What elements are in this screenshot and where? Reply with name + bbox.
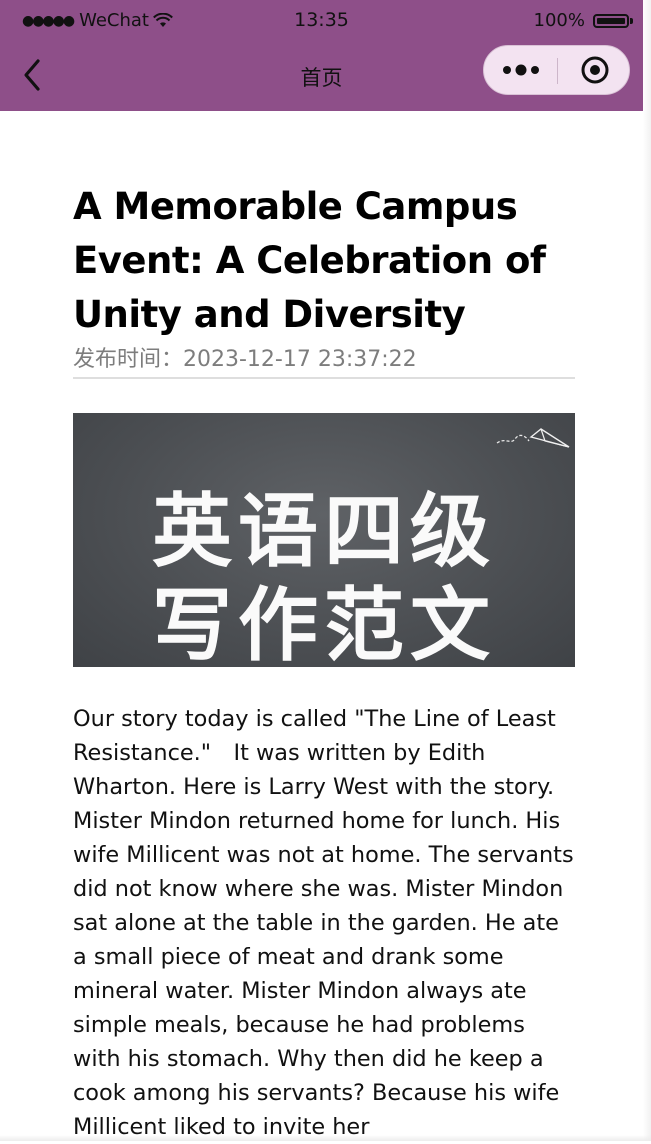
more-button[interactable] xyxy=(484,46,557,94)
right-edge-shadow xyxy=(643,0,651,1141)
article-body: Our story today is called "The Line of L… xyxy=(73,706,574,1140)
cover-image: 英语四级 写作范文 xyxy=(73,413,575,667)
title-divider xyxy=(73,377,575,379)
article-title: A Memorable Campus Event: A Celebration … xyxy=(73,185,546,336)
top-bar: ●●●●● WeChat 13:35 100% 首页 xyxy=(0,0,643,111)
battery-indicator: 100% xyxy=(534,10,633,31)
paper-plane-icon xyxy=(496,428,570,448)
battery-percent: 100% xyxy=(533,10,585,31)
back-button[interactable] xyxy=(18,56,48,94)
article-content: A Memorable Campus Event: A Celebration … xyxy=(73,180,575,1144)
battery-tip xyxy=(630,17,633,24)
back-arrow-icon xyxy=(24,59,40,91)
close-button[interactable] xyxy=(558,46,631,94)
battery-icon xyxy=(593,13,629,28)
more-dots-icon xyxy=(502,64,539,76)
close-target-icon xyxy=(581,56,608,84)
status-bar: ●●●●● WeChat 13:35 100% xyxy=(0,0,643,42)
mini-program-capsule xyxy=(483,45,630,95)
cover-text-line2: 写作范文 xyxy=(152,579,496,667)
navigation-bar: 首页 xyxy=(0,42,643,108)
bottom-edge-shadow xyxy=(0,1135,651,1141)
publish-time: 发布时间：2023-12-17 23:37:22 xyxy=(73,347,417,372)
